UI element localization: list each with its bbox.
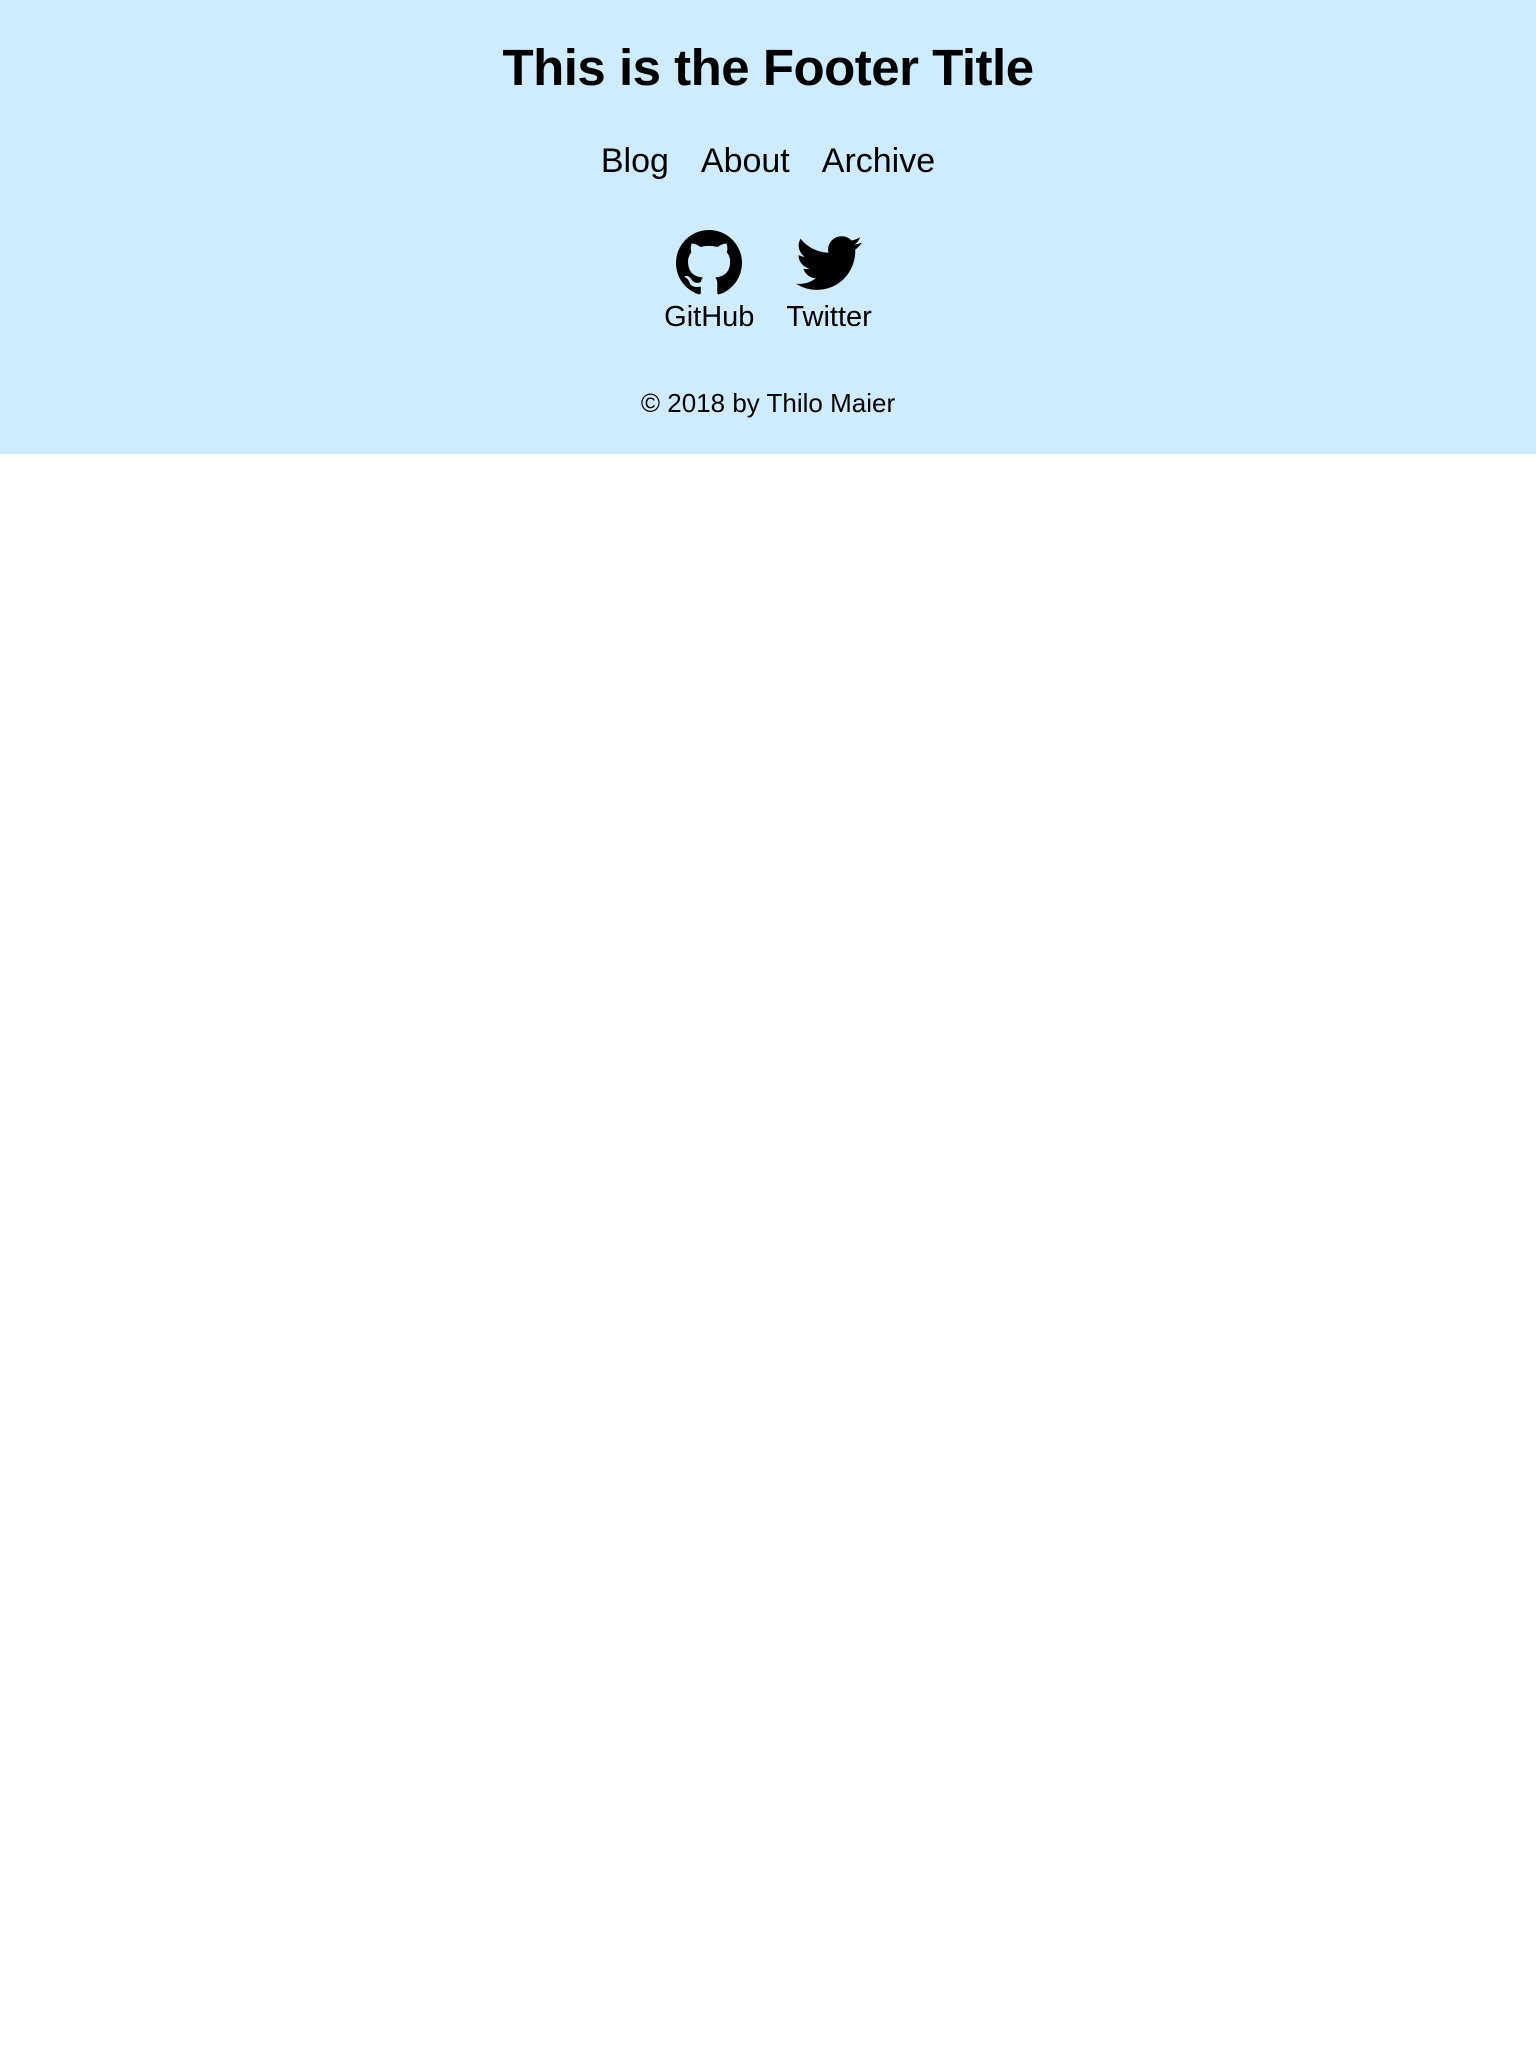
- twitter-link[interactable]: Twitter: [786, 230, 872, 335]
- footer: This is the Footer Title Blog About Arch…: [0, 0, 1536, 454]
- twitter-icon: [796, 230, 863, 296]
- footer-title: This is the Footer Title: [502, 39, 1034, 96]
- nav-link-blog[interactable]: Blog: [601, 140, 669, 182]
- github-label: GitHub: [664, 301, 755, 333]
- twitter-label: Twitter: [786, 301, 872, 333]
- copyright-text: © 2018 by Thilo Maier: [640, 388, 896, 418]
- github-link[interactable]: GitHub: [664, 230, 754, 335]
- nav-link-about[interactable]: About: [701, 140, 790, 182]
- footer-nav: Blog About Archive: [0, 140, 1536, 182]
- social-links: GitHub Twitter: [0, 230, 1536, 335]
- nav-link-archive[interactable]: Archive: [822, 140, 935, 182]
- github-icon: [676, 230, 743, 296]
